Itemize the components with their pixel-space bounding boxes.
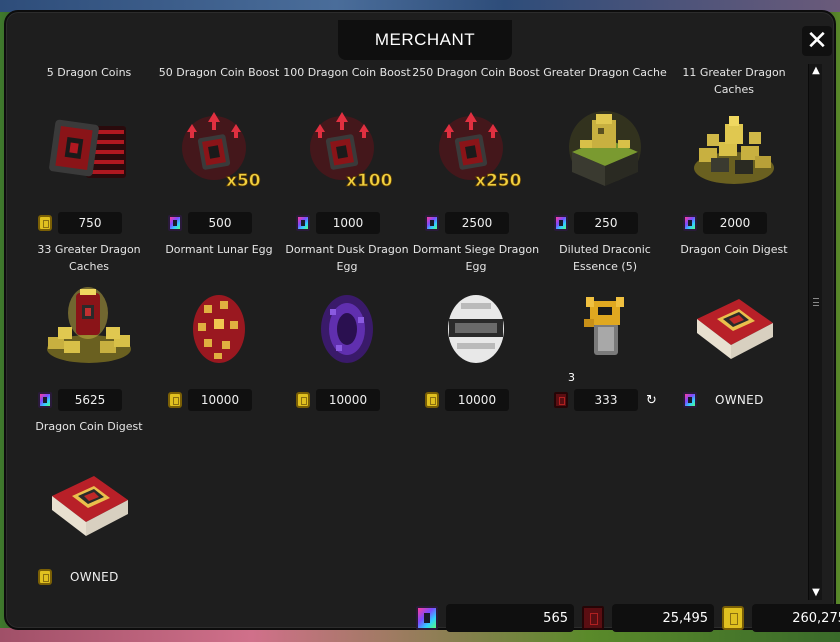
price-row: 2000 — [683, 212, 767, 234]
price-row: 250 — [554, 212, 638, 234]
multiplier-label: x100 — [346, 171, 392, 191]
cubit-icon — [683, 215, 697, 231]
gold-coin-icon — [722, 606, 744, 630]
price-value: 250 — [574, 212, 638, 234]
item-name: Diluted Draconic Essence (5) — [559, 243, 651, 273]
shop-item[interactable]: 50 Dragon Coin Boost x50 500 — [154, 64, 284, 242]
cubit-balance: 565 — [446, 604, 574, 632]
dragon-coins-stack-icon — [49, 119, 126, 178]
coin-digest-book-icon — [697, 299, 773, 359]
coin-digest-book-icon — [52, 476, 128, 536]
item-name: Greater Dragon Cache — [543, 66, 667, 79]
scroll-up-arrow-icon[interactable]: ▲ — [809, 64, 823, 78]
shop-item[interactable]: 250 Dragon Coin Boost x250 2500 — [411, 64, 541, 242]
shop-item[interactable]: 5 Dragon Coins 750 — [24, 64, 154, 242]
price-value: 10000 — [316, 389, 380, 411]
item-name: Dragon Coin Digest — [680, 243, 788, 256]
price-value: 750 — [58, 212, 122, 234]
item-name: 11 Greater Dragon Caches — [682, 66, 786, 96]
shop-item[interactable]: 33 Greater Dragon Caches 5625 — [24, 241, 154, 419]
wallet-bar: 565 25,495 260,275 — [416, 604, 840, 632]
gold-coin-icon — [425, 392, 439, 408]
dragon-coin-boost-icon: x250 — [439, 112, 521, 191]
cubit-icon — [168, 215, 182, 231]
price-value: 2500 — [445, 212, 509, 234]
item-name: Dormant Siege Dragon Egg — [412, 243, 540, 273]
price-value: 333 — [574, 389, 638, 411]
dragon-coin-boost-icon: x50 — [182, 112, 261, 191]
price-row: 2500 — [425, 212, 509, 234]
item-quantity: 3 — [568, 371, 575, 384]
price-row: 10000 — [296, 389, 380, 411]
item-name: 5 Dragon Coins — [46, 66, 132, 79]
merchant-title: MERCHANT — [338, 20, 512, 60]
cubit-icon — [683, 392, 697, 408]
dragon-coin-balance: 25,495 — [612, 604, 714, 632]
dragon-cache-icon — [569, 111, 641, 186]
price-value: 5625 — [58, 389, 122, 411]
shop-item[interactable]: Dragon Coin Digest OWNED — [669, 241, 799, 419]
dragon-coin-icon — [554, 392, 568, 408]
merchant-panel: MERCHANT ✕ ▲ ▼ 5 Dragon Coins 750 50 Dra… — [4, 10, 840, 632]
item-name: 100 Dragon Coin Boost — [283, 66, 411, 79]
cubit-icon — [416, 606, 438, 630]
gold-coin-icon — [38, 215, 52, 231]
owned-status: OWNED — [715, 393, 764, 407]
shop-item[interactable]: Dormant Siege Dragon Egg 10000 — [411, 241, 541, 419]
draconic-essence-icon — [584, 297, 624, 355]
gold-balance: 260,275 — [752, 604, 840, 632]
cubit-icon — [554, 215, 568, 231]
scrollbar[interactable]: ▲ ▼ — [808, 64, 822, 600]
shop-item[interactable]: Dragon Coin Digest OWNED — [24, 418, 154, 596]
item-name: Dormant Dusk Dragon Egg — [285, 243, 409, 273]
lunar-egg-icon — [193, 295, 245, 363]
price-value: 2000 — [703, 212, 767, 234]
price-row: 5625 — [38, 389, 122, 411]
price-value: 500 — [188, 212, 252, 234]
cubit-icon — [38, 392, 52, 408]
cubit-icon — [296, 215, 310, 231]
price-value: 1000 — [316, 212, 380, 234]
price-row: 750 — [38, 212, 122, 234]
item-name: Dragon Coin Digest — [35, 420, 143, 433]
owned-status: OWNED — [70, 570, 119, 584]
close-button[interactable]: ✕ — [802, 26, 832, 56]
shop-item[interactable]: Diluted Draconic Essence (5) 3 333 ↻ — [540, 241, 670, 419]
gold-coin-icon — [38, 569, 52, 585]
item-name: 50 Dragon Coin Boost — [158, 66, 280, 79]
item-name: 250 Dragon Coin Boost — [412, 66, 540, 79]
price-row: 10000 — [425, 389, 509, 411]
shop-item[interactable]: 11 Greater Dragon Caches 2000 — [669, 64, 799, 242]
dusk-egg-icon — [321, 295, 373, 363]
scroll-down-arrow-icon[interactable]: ▼ — [809, 586, 823, 600]
gold-coin-icon — [296, 392, 310, 408]
shop-item[interactable]: 100 Dragon Coin Boost x100 1000 — [282, 64, 412, 242]
scroll-thumb[interactable] — [813, 298, 819, 306]
dragon-caches-hoard-icon — [47, 287, 131, 363]
item-name: Dormant Lunar Egg — [165, 243, 273, 256]
dragon-coin-boost-icon: x100 — [310, 112, 392, 191]
siege-egg-icon — [448, 295, 504, 363]
price-row: 500 — [168, 212, 252, 234]
cubit-icon — [425, 215, 439, 231]
dragon-caches-pile-icon — [694, 116, 774, 184]
dragon-coin-icon — [582, 606, 604, 630]
price-value: 10000 — [445, 389, 509, 411]
price-row: 333 ↻ — [554, 389, 657, 411]
shop-item[interactable]: Greater Dragon Cache 250 — [540, 64, 670, 242]
shop-item[interactable]: Dormant Lunar Egg 10000 — [154, 241, 284, 419]
multiplier-label: x250 — [475, 171, 521, 191]
price-row: 10000 — [168, 389, 252, 411]
item-name: 33 Greater Dragon Caches — [37, 243, 141, 273]
price-row: 1000 — [296, 212, 380, 234]
price-row: OWNED — [38, 566, 119, 588]
refresh-icon[interactable]: ↻ — [646, 393, 657, 408]
multiplier-label: x50 — [226, 171, 261, 191]
price-row: OWNED — [683, 389, 764, 411]
gold-coin-icon — [168, 392, 182, 408]
shop-item[interactable]: Dormant Dusk Dragon Egg 10000 — [282, 241, 412, 419]
price-value: 10000 — [188, 389, 252, 411]
